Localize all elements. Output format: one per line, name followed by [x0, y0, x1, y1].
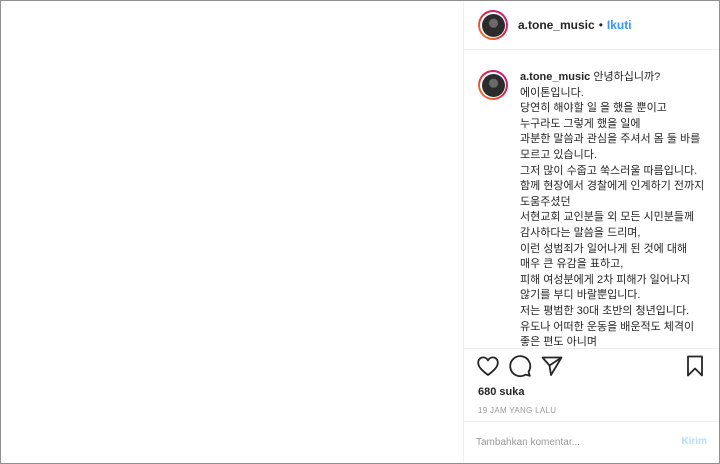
caption-username[interactable]: a.tone_music	[520, 71, 590, 83]
header-separator: •	[598, 18, 603, 32]
header-username[interactable]: a.tone_music	[518, 18, 595, 32]
caption-area[interactable]: a.tone_music 안녕하십니까? 에이톤입니다. 당연히 해야할 일 을…	[464, 50, 719, 349]
likes-count[interactable]: 680 suka	[478, 386, 524, 398]
post-image[interactable]	[1, 1, 464, 463]
comment-icon[interactable]	[508, 354, 532, 378]
post-side-panel: a.tone_music • Ikuti a.tone_music 안녕하십니까…	[464, 1, 719, 463]
heart-icon[interactable]	[476, 354, 500, 378]
follow-button[interactable]: Ikuti	[607, 18, 632, 32]
caption-text: a.tone_music 안녕하십니까? 에이톤입니다. 당연히 해야할 일 을…	[520, 70, 709, 349]
comment-bar: Kirim	[464, 421, 719, 463]
caption-body: 안녕하십니까? 에이톤입니다. 당연히 해야할 일 을 했을 뿐이고 누구라도 …	[520, 71, 705, 349]
post-header: a.tone_music • Ikuti	[464, 1, 719, 50]
caption-avatar[interactable]	[478, 70, 508, 100]
post-window: a.tone_music • Ikuti a.tone_music 안녕하십니까…	[0, 0, 720, 464]
caption-row: a.tone_music 안녕하십니까? 에이톤입니다. 당연히 해야할 일 을…	[464, 50, 719, 349]
bookmark-icon[interactable]	[683, 354, 707, 378]
comment-input[interactable]	[476, 437, 666, 448]
action-bar	[464, 354, 719, 382]
share-icon[interactable]	[540, 354, 564, 378]
post-comment-button[interactable]: Kirim	[681, 436, 707, 447]
post-timestamp[interactable]: 19 JAM YANG LALU	[478, 406, 556, 415]
avatar[interactable]	[478, 10, 508, 40]
